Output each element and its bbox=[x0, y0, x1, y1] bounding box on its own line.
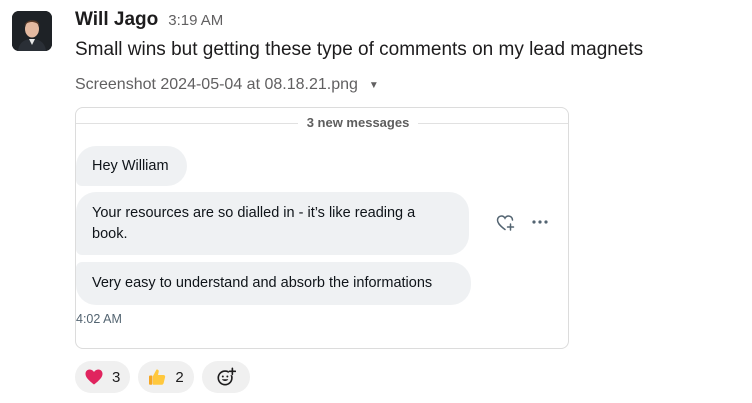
add-reaction-icon bbox=[217, 367, 236, 386]
more-options-icon bbox=[532, 220, 548, 224]
chat-bubble-text: Hey William bbox=[92, 157, 169, 174]
chat-timestamp: 4:02 AM bbox=[76, 312, 122, 326]
file-name[interactable]: Screenshot 2024-05-04 at 08.18.21.png bbox=[75, 76, 358, 94]
chevron-down-icon[interactable]: ▼ bbox=[369, 80, 379, 91]
heart-add-icon bbox=[496, 215, 515, 231]
message-text: Small wins but getting these type of com… bbox=[75, 39, 644, 60]
reaction-count: 3 bbox=[112, 368, 121, 386]
chat-bubble: Your resources are so dialled in - it’s … bbox=[76, 192, 469, 255]
chat-bubble-text: Very easy to understand and absorb the i… bbox=[92, 275, 433, 291]
message-timestamp[interactable]: 3:19 AM bbox=[168, 12, 223, 29]
author-name[interactable]: Will Jago bbox=[75, 9, 158, 31]
divider-line bbox=[418, 123, 568, 124]
red-heart-icon bbox=[85, 369, 103, 385]
thumbs-up-icon bbox=[149, 369, 166, 385]
chat-bubble: Very easy to understand and absorb the i… bbox=[76, 262, 471, 305]
reactions-bar: 3 2 bbox=[75, 361, 250, 393]
avatar[interactable] bbox=[12, 11, 52, 51]
add-reaction-button[interactable] bbox=[201, 361, 250, 393]
new-messages-divider: 3 new messages bbox=[306, 115, 410, 130]
reaction-count: 2 bbox=[175, 368, 184, 386]
reaction-heart[interactable]: 3 bbox=[75, 361, 131, 393]
file-attachment-header[interactable]: Screenshot 2024-05-04 at 08.18.21.png ▼ bbox=[75, 76, 379, 94]
message-header: Will Jago 3:19 AM bbox=[75, 9, 223, 31]
divider-line bbox=[76, 123, 298, 124]
chat-bubble-text: Your resources are so dialled in - it’s … bbox=[92, 204, 416, 242]
image-attachment[interactable]: 3 new messages Hey William Your resource… bbox=[75, 107, 569, 349]
avatar-photo bbox=[12, 11, 52, 51]
chat-bubble: Hey William bbox=[76, 146, 187, 186]
reaction-thumbs-up[interactable]: 2 bbox=[138, 361, 194, 393]
